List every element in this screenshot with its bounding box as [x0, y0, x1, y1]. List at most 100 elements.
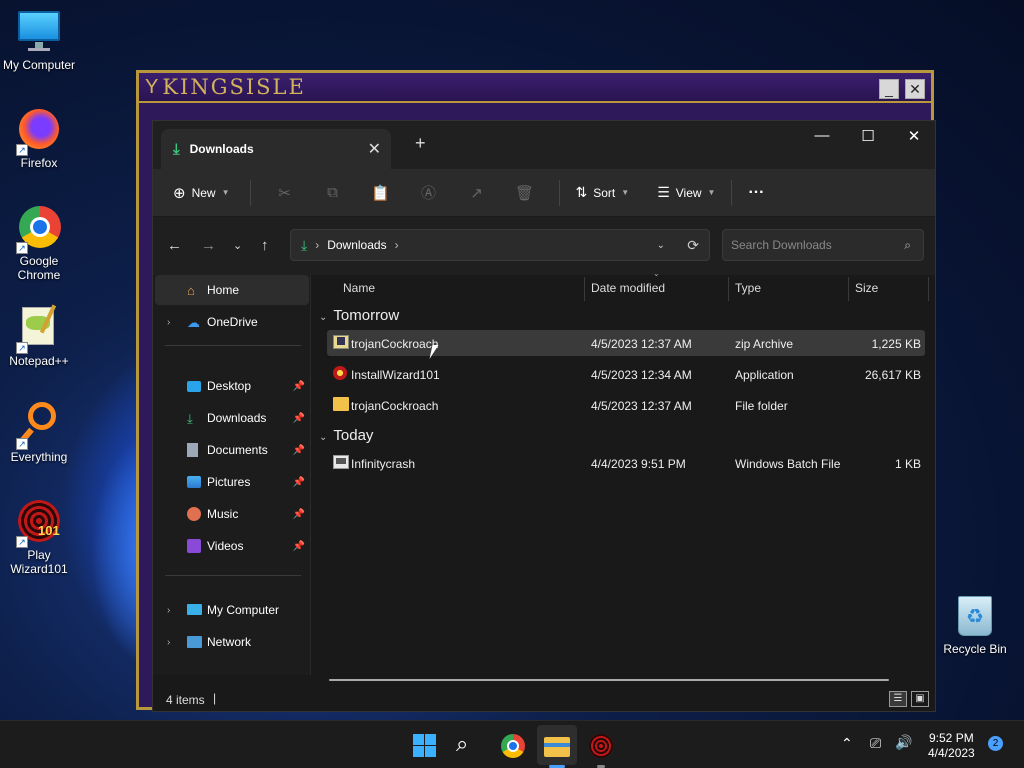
file-name: trojanCockroach — [351, 337, 439, 351]
sidebar-item-desktop[interactable]: Desktop 📌 — [155, 371, 309, 401]
search-icon[interactable]: ⌕ — [456, 733, 482, 759]
share-icon[interactable]: ↗ — [453, 184, 501, 202]
search-icon: ⌕ — [904, 237, 911, 252]
sidebar-item-my-computer[interactable]: › My Computer — [155, 595, 309, 625]
desktop-icon-label: Recycle Bin — [943, 642, 1007, 656]
column-divider[interactable] — [848, 277, 849, 301]
column-header-size[interactable]: Size — [855, 275, 878, 301]
close-button[interactable]: ✕ — [899, 127, 929, 145]
delete-icon[interactable]: 🗑 — [501, 184, 549, 202]
column-divider[interactable] — [928, 277, 929, 301]
kingsisle-titlebar[interactable]: Y KINGSISLE — [139, 73, 931, 103]
column-divider[interactable] — [728, 277, 729, 301]
rename-icon[interactable]: Ⓐ — [405, 182, 453, 203]
collapse-chevron-icon: ⌄ — [319, 432, 328, 443]
sidebar-item-onedrive[interactable]: › ☁ OneDrive — [155, 307, 309, 337]
breadcrumb-downloads[interactable]: Downloads — [327, 238, 386, 252]
paste-icon[interactable]: 📋 — [357, 184, 405, 202]
toolbar-divider — [249, 179, 251, 206]
file-row[interactable]: Infinitycrash 4/4/2023 9:51 PM Windows B… — [327, 450, 925, 476]
expand-chevron-icon[interactable]: › — [167, 317, 170, 328]
sidebar-item-downloads[interactable]: ⤓ Downloads 📌 — [155, 403, 309, 433]
magnifier-icon: ↗ — [16, 400, 62, 450]
address-dropdown-icon[interactable]: ⌄ — [657, 240, 665, 251]
view-button[interactable]: ☰ View ▼ — [657, 184, 715, 201]
desktop-icon-wizard101[interactable]: 101 ↗ Play Wizard101 — [1, 498, 77, 576]
file-row[interactable]: trojanCockroach 4/5/2023 12:37 AM File f… — [327, 392, 925, 418]
group-header-today[interactable]: ⌄ Today — [319, 427, 373, 444]
desktop-icon-label: Firefox — [20, 156, 58, 170]
chevron-down-icon: ▼ — [621, 188, 630, 197]
expand-chevron-icon[interactable]: › — [167, 605, 170, 616]
maximize-button[interactable]: ☐ — [853, 127, 883, 145]
copy-icon[interactable]: ⧉ — [309, 184, 357, 201]
minimize-button[interactable]: — — [807, 127, 837, 144]
address-bar[interactable]: ⤓ › Downloads › ⌄ ⟳ — [290, 229, 710, 261]
recent-chevron-icon[interactable]: ⌄ — [233, 239, 242, 252]
column-header-date[interactable]: Date modified — [591, 275, 665, 301]
desktop-icon-everything[interactable]: ↗ Everything — [1, 400, 77, 464]
sidebar-item-pictures[interactable]: Pictures 📌 — [155, 467, 309, 497]
column-header-name[interactable]: Name — [343, 275, 375, 301]
chrome-icon[interactable] — [500, 733, 526, 759]
refresh-icon[interactable]: ⟳ — [687, 237, 699, 254]
plus-circle-icon: ⊕ — [173, 184, 186, 202]
cut-icon[interactable]: ✂ — [261, 184, 309, 202]
sidebar-item-music[interactable]: Music 📌 — [155, 499, 309, 529]
desktop-icon-my-computer[interactable]: My Computer — [1, 8, 77, 72]
notepadpp-icon: ↗ — [16, 304, 62, 354]
tab-close-button[interactable]: ✕ — [368, 139, 381, 159]
sidebar-item-videos[interactable]: Videos 📌 — [155, 531, 309, 561]
clock[interactable]: 9:52 PM 4/4/2023 — [928, 731, 975, 761]
sort-button[interactable]: ⇅ Sort ▼ — [576, 184, 630, 201]
file-row[interactable]: trojanCockroach 4/5/2023 12:37 AM zip Ar… — [327, 330, 925, 356]
horizontal-scrollbar[interactable] — [329, 679, 889, 681]
search-input[interactable]: Search Downloads ⌕ — [722, 229, 924, 261]
sidebar-item-documents[interactable]: Documents 📌 — [155, 435, 309, 465]
kingsisle-close-button[interactable]: ✕ — [905, 79, 925, 99]
tab-downloads[interactable]: ⤓ Downloads ✕ — [161, 129, 391, 169]
desktop-icon-recycle-bin[interactable]: ♻ Recycle Bin — [940, 596, 1010, 656]
tiles-view-icon[interactable]: ▣ — [911, 691, 929, 707]
forward-arrow-icon[interactable]: → — [201, 237, 216, 254]
monitor-icon — [187, 604, 202, 615]
back-arrow-icon[interactable]: ← — [167, 237, 182, 254]
sidebar-item-home[interactable]: ⌂ Home — [155, 275, 309, 305]
sidebar-label: Documents — [207, 443, 268, 457]
pin-icon: 📌 — [292, 444, 305, 456]
tray-overflow-chevron-icon[interactable]: ⌃ — [841, 735, 853, 752]
new-tab-button[interactable]: + — [415, 133, 426, 154]
document-icon — [187, 443, 198, 457]
sidebar-item-network[interactable]: › Network — [155, 627, 309, 657]
sidebar-label: Pictures — [207, 475, 251, 489]
sidebar-label: Downloads — [207, 411, 267, 425]
file-explorer-icon[interactable] — [544, 733, 570, 759]
wizard101-icon[interactable] — [588, 733, 614, 759]
volume-icon[interactable]: 🔊 — [895, 734, 912, 751]
desktop-icon-notepadpp[interactable]: ↗ Notepad++ — [1, 304, 77, 368]
network-status-icon[interactable]: ⎚ — [870, 735, 881, 752]
kingsisle-minimize-button[interactable]: _ — [879, 79, 899, 99]
desktop-icon-firefox[interactable]: ↗ Firefox — [1, 106, 77, 170]
more-options-button[interactable]: ··· — [748, 184, 764, 202]
file-size: 1 KB — [894, 457, 921, 471]
details-view-icon[interactable]: ☰ — [889, 691, 907, 707]
column-divider[interactable] — [584, 277, 585, 301]
address-row: ← → ⌄ ↑ ⤓ › Downloads › ⌄ ⟳ Search Downl… — [153, 217, 935, 275]
monitor-icon — [16, 8, 62, 54]
up-arrow-icon[interactable]: ↑ — [261, 237, 269, 254]
start-windows-icon[interactable] — [412, 733, 438, 759]
notification-badge[interactable]: 2 — [988, 736, 1003, 751]
new-button[interactable]: ⊕ New ▼ — [173, 184, 230, 202]
batch-file-icon — [333, 455, 349, 469]
file-explorer-window[interactable]: ⤓ Downloads ✕ + — ☐ ✕ ⊕ New ▼ ✂ ⧉ 📋 Ⓐ ↗ … — [152, 120, 936, 712]
sidebar-label: Desktop — [207, 379, 252, 393]
desktop-icon-chrome[interactable]: ↗ Google Chrome — [1, 204, 77, 282]
collapse-chevron-icon: ⌄ — [319, 312, 328, 323]
desktop-icon-label: My Computer — [2, 58, 76, 72]
item-count: 4 items — [166, 693, 205, 707]
group-header-tomorrow[interactable]: ⌄ Tomorrow — [319, 307, 399, 324]
column-header-type[interactable]: Type — [735, 275, 761, 301]
expand-chevron-icon[interactable]: › — [167, 637, 170, 648]
file-row[interactable]: InstallWizard101 4/5/2023 12:34 AM Appli… — [327, 361, 925, 387]
